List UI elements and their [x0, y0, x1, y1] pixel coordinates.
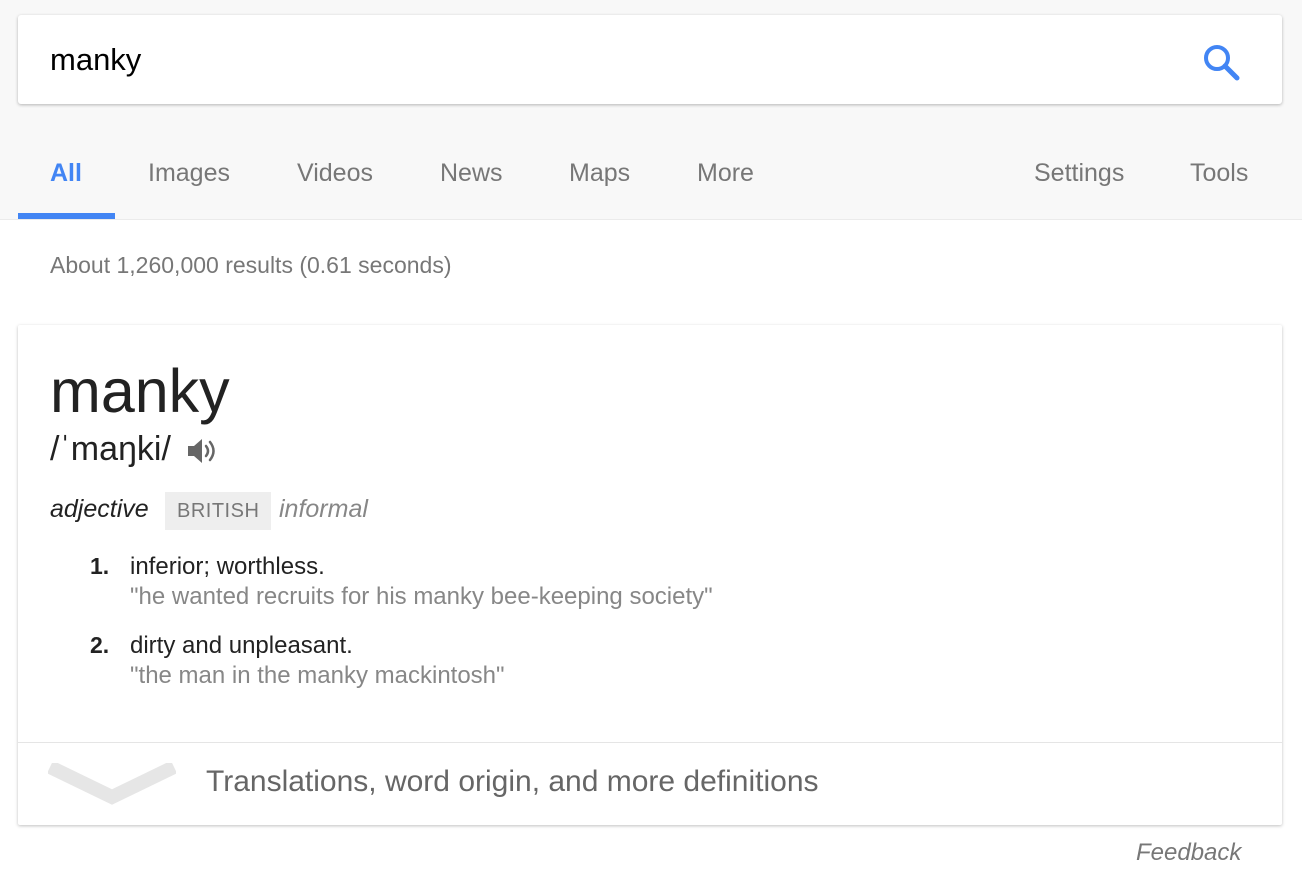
search-input[interactable]: [50, 39, 1170, 81]
chevron-down-icon: [48, 763, 176, 805]
active-tab-indicator: [18, 213, 115, 219]
definition-example: "the man in the manky mackintosh": [130, 662, 505, 689]
tab-settings[interactable]: Settings: [1034, 159, 1124, 188]
region-badge: BRITISH: [165, 492, 272, 530]
tab-images[interactable]: Images: [148, 159, 230, 188]
speaker-icon[interactable]: [186, 436, 218, 466]
definition-number: 1.: [90, 553, 110, 579]
tab-maps[interactable]: Maps: [569, 159, 630, 188]
definition-example: "he wanted recruits for his manky bee-ke…: [130, 583, 713, 610]
dictionary-card: manky /ˈmaŋki/ adjective BRITISH informa…: [18, 325, 1282, 825]
tab-videos[interactable]: Videos: [297, 159, 373, 188]
feedback-link[interactable]: Feedback: [1136, 839, 1241, 867]
definition-text: inferior; worthless.: [130, 553, 325, 580]
phonetic-spelling: /ˈmaŋki/: [50, 430, 171, 468]
definition-number: 2.: [90, 632, 110, 658]
more-definitions-label: Translations, word origin, and more defi…: [206, 765, 819, 798]
tab-tools[interactable]: Tools: [1190, 159, 1248, 188]
dictionary-word: manky: [50, 357, 230, 425]
tab-news[interactable]: News: [440, 159, 503, 188]
search-tabs: All Images Videos News Maps More Setting…: [0, 130, 1302, 220]
register-label: informal: [279, 495, 368, 523]
search-box: [18, 15, 1282, 104]
result-stats: About 1,260,000 results (0.61 seconds): [50, 252, 452, 278]
more-definitions-expander[interactable]: Translations, word origin, and more defi…: [18, 742, 1282, 825]
definition-text: dirty and unpleasant.: [130, 632, 353, 659]
search-icon[interactable]: [1201, 42, 1241, 82]
tab-more[interactable]: More: [697, 159, 754, 188]
part-of-speech: adjective: [50, 495, 149, 523]
tab-all[interactable]: All: [50, 159, 82, 188]
